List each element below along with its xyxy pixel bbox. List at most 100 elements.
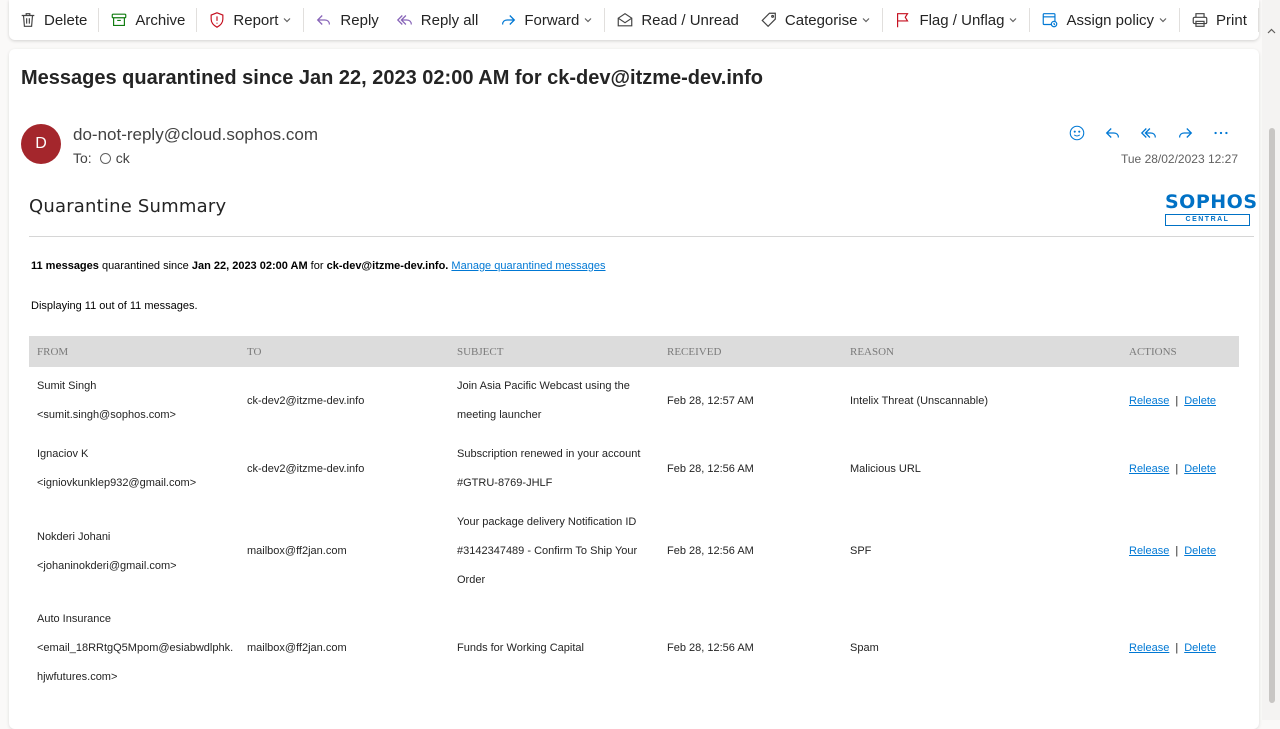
flag-unflag-button[interactable]: Flag / Unflag <box>894 4 1004 36</box>
quarantine-summary-title: Quarantine Summary <box>29 196 227 217</box>
to-cell: ck-dev2@itzme-dev.info <box>247 462 365 475</box>
subject-cell: Subscription renewed in your account #GT… <box>457 448 641 489</box>
avatar[interactable]: D <box>21 124 61 164</box>
policy-icon <box>1043 13 1058 28</box>
summary-count: 11 messages <box>31 260 99 272</box>
from-cell: Nokderi Johani <johaninokderi@gmail.com> <box>29 503 239 600</box>
toolbar-divider <box>196 8 198 32</box>
delete-label: Delete <box>44 11 88 29</box>
message-forward-button[interactable] <box>1167 121 1203 145</box>
from-name: Ignaciov K <box>37 448 89 460</box>
actions-cell: Release | Delete <box>1121 435 1239 503</box>
reading-pane: Messages quarantined since Jan 22, 2023 … <box>9 49 1259 729</box>
table-header-row: FROM TO SUBJECT RECEIVED REASON ACTIONS <box>29 336 1239 367</box>
message-more-button[interactable] <box>1203 121 1239 145</box>
delete-link[interactable]: Delete <box>1184 642 1216 654</box>
print-label: Print <box>1216 11 1247 29</box>
quarantine-summary-line: 11 messages quarantined since Jan 22, 20… <box>31 260 606 272</box>
from-name: Auto Insurance <box>37 613 111 625</box>
print-button[interactable]: Print <box>1191 4 1247 36</box>
forward-label: Forward <box>524 11 580 29</box>
reason-cell: Intelix Threat (Unscannable) <box>850 394 988 407</box>
report-dropdown[interactable] <box>282 4 292 36</box>
release-link[interactable]: Release <box>1129 642 1169 654</box>
received-cell: Feb 28, 12:57 AM <box>667 394 754 407</box>
delete-link[interactable]: Delete <box>1184 545 1216 557</box>
message-reply-all-button[interactable] <box>1131 121 1167 145</box>
archive-icon <box>112 13 127 26</box>
release-link[interactable]: Release <box>1129 395 1169 407</box>
from-email: <email_18RRtgQ5Mpom@esiabwdlphk.hjwfutur… <box>37 642 234 683</box>
summary-text: quarantined since <box>98 260 192 272</box>
action-separator: | <box>1175 462 1179 475</box>
vertical-scrollbar[interactable] <box>1262 0 1280 720</box>
assign-policy-dropdown[interactable] <box>1158 4 1168 36</box>
presence-icon <box>99 152 111 164</box>
delete-link[interactable]: Delete <box>1184 395 1216 407</box>
recipient-name[interactable]: ck <box>116 150 130 166</box>
delete-link[interactable]: Delete <box>1184 463 1216 475</box>
report-label: Report <box>233 11 279 29</box>
categorise-label: Categorise <box>784 11 858 29</box>
categorise-button[interactable]: Categorise <box>760 4 858 36</box>
forward-icon <box>1178 128 1193 138</box>
read-unread-button[interactable]: Read / Unread <box>616 4 739 36</box>
from-email: <johaninokderi@gmail.com> <box>37 559 177 572</box>
scrollbar-thumb[interactable] <box>1269 128 1275 703</box>
column-header-from: FROM <box>29 336 239 367</box>
toolbar-divider <box>1179 8 1181 32</box>
table-row: Ignaciov K <igniovkunklep932@gmail.com> c… <box>29 435 1239 503</box>
actions-cell: Release | Delete <box>1121 600 1239 697</box>
forward-icon <box>502 15 516 25</box>
from-email: <igniovkunklep932@gmail.com> <box>37 477 197 489</box>
reply-button[interactable]: Reply <box>315 4 379 36</box>
read-unread-label: Read / Unread <box>641 11 739 29</box>
delete-button[interactable]: Delete <box>19 4 87 36</box>
sender-address[interactable]: do-not-reply@cloud.sophos.com <box>73 125 318 145</box>
divider <box>29 236 1254 237</box>
react-button[interactable] <box>1059 121 1095 145</box>
forward-button[interactable]: Forward <box>499 4 579 36</box>
release-link[interactable]: Release <box>1129 463 1169 475</box>
from-email: <sumit.singh@sophos.com> <box>37 409 176 421</box>
forward-dropdown[interactable] <box>583 4 593 36</box>
message-reply-button[interactable] <box>1095 121 1131 145</box>
message-date: Tue 28/02/2023 12:27 <box>1121 152 1238 166</box>
reply-all-button[interactable]: Reply all <box>396 4 478 36</box>
received-cell: Feb 28, 12:56 AM <box>667 462 754 475</box>
reply-icon <box>317 15 331 25</box>
envelope-open-icon <box>617 12 633 27</box>
sophos-central-logo: SOPHOS CENTRAL <box>1165 191 1258 226</box>
column-header-reason: REASON <box>842 336 1121 367</box>
toolbar-gap <box>387 8 388 32</box>
message-subject: Messages quarantined since Jan 22, 2023 … <box>21 67 763 89</box>
subject-cell: Funds for Working Capital <box>457 642 584 654</box>
from-cell: Sumit Singh <sumit.singh@sophos.com> <box>29 367 239 435</box>
archive-button[interactable]: Archive <box>110 4 185 36</box>
action-separator: | <box>1175 394 1179 407</box>
manage-quarantined-link[interactable]: Manage quarantined messages <box>451 260 605 272</box>
table-row: Sumit Singh <sumit.singh@sophos.com> ck-d… <box>29 367 1239 435</box>
column-header-subject: SUBJECT <box>449 336 659 367</box>
chevron-down-icon <box>584 18 592 23</box>
smiley-icon <box>1069 125 1085 141</box>
message-actions <box>1059 121 1239 145</box>
received-cell: Feb 28, 12:56 AM <box>667 642 754 654</box>
logo-main-text: SOPHOS <box>1165 191 1258 213</box>
chevron-down-icon <box>1010 18 1017 23</box>
to-label: To: <box>73 150 92 166</box>
reply-all-icon <box>396 15 412 25</box>
flag-dropdown[interactable] <box>1008 4 1018 36</box>
categorise-dropdown[interactable] <box>861 4 871 36</box>
command-toolbar: Delete Archive Report Reply Reply all Fo… <box>9 0 1280 40</box>
to-cell: ck-dev2@itzme-dev.info <box>247 394 365 407</box>
reply-label: Reply <box>340 11 379 29</box>
chevron-up-icon[interactable] <box>1267 28 1276 34</box>
release-link[interactable]: Release <box>1129 545 1169 557</box>
report-button[interactable]: Report <box>208 4 278 36</box>
shield-icon <box>210 12 224 28</box>
chevron-down-icon <box>283 18 291 23</box>
assign-policy-button[interactable]: Assign policy <box>1041 4 1154 36</box>
actions-cell: Release | Delete <box>1121 503 1239 600</box>
toolbar-gap <box>749 8 750 32</box>
